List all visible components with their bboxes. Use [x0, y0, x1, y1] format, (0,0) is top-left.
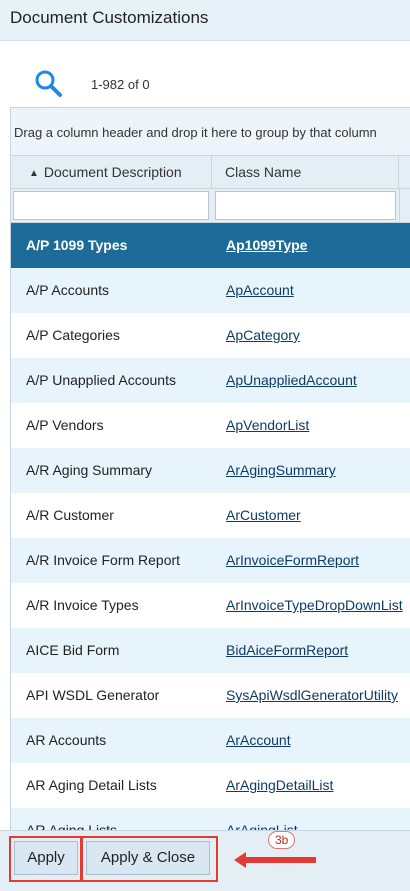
column-header-label: Class Name [225, 164, 302, 180]
class-name-link[interactable]: ArAgingDetailList [226, 763, 333, 808]
class-name-link[interactable]: ArAgingList [226, 808, 298, 830]
table-row[interactable]: AR Aging Detail Lists ArAgingDetailList [11, 763, 410, 808]
table-row[interactable]: AR Accounts ArAccount [11, 718, 410, 763]
class-name-link[interactable]: ApVendorList [226, 403, 309, 448]
group-panel-hint: Drag a column header and drop it here to… [14, 125, 377, 140]
class-name-link[interactable]: ArInvoiceTypeDropDownList [226, 583, 403, 628]
table-row[interactable]: AICE Bid Form BidAiceFormReport [11, 628, 410, 673]
table-row[interactable]: A/R Invoice Form Report ArInvoiceFormRep… [11, 538, 410, 583]
document-grid: Drag a column header and drop it here to… [10, 107, 410, 830]
class-name-link[interactable]: ArCustomer [226, 493, 301, 538]
document-description-cell: A/R Aging Summary [26, 462, 153, 478]
search-icon [35, 70, 62, 97]
filter-row [11, 189, 410, 223]
document-description-cell: A/P Unapplied Accounts [26, 372, 176, 388]
table-row[interactable]: API WSDL Generator SysApiWsdlGeneratorUt… [11, 673, 410, 718]
document-description-cell: A/R Invoice Types [26, 597, 139, 613]
document-description-cell: A/P Vendors [26, 417, 104, 433]
grid-rows: A/P 1099 Types Ap1099Type A/P Accounts A… [11, 223, 410, 830]
class-name-link[interactable]: ArInvoiceFormReport [226, 538, 359, 583]
column-header-class-name[interactable]: Class Name [212, 156, 399, 189]
class-name-filter-input[interactable] [215, 191, 396, 220]
column-header-label: Document Description [43, 164, 182, 180]
document-description-filter-input[interactable] [13, 191, 209, 220]
document-description-cell: A/R Customer [26, 507, 114, 523]
table-row[interactable]: A/P 1099 Types Ap1099Type [11, 223, 410, 268]
column-header-extra [399, 156, 410, 189]
grid-header-row: ▲ Document Description Class Name [11, 156, 410, 189]
class-name-link[interactable]: ApCategory [226, 313, 300, 358]
table-row[interactable]: A/R Customer ArCustomer [11, 493, 410, 538]
table-row[interactable]: A/P Categories ApCategory [11, 313, 410, 358]
table-row[interactable]: A/R Invoice Types ArInvoiceTypeDropDownL… [11, 583, 410, 628]
class-name-link[interactable]: ArAccount [226, 718, 291, 763]
apply-and-close-button[interactable]: Apply & Close [86, 841, 210, 875]
document-description-cell: AR Aging Lists [26, 822, 118, 830]
document-description-cell: A/P Categories [26, 327, 120, 343]
class-name-link[interactable]: ApUnappliedAccount [226, 358, 357, 403]
class-name-link[interactable]: ArAgingSummary [226, 448, 336, 493]
document-description-cell: AR Aging Detail Lists [26, 777, 157, 793]
filter-separator [399, 189, 410, 223]
class-name-link[interactable]: SysApiWsdlGeneratorUtility [226, 673, 398, 718]
class-name-link[interactable]: ApAccount [226, 268, 294, 313]
table-row[interactable]: A/R Aging Summary ArAgingSummary [11, 448, 410, 493]
document-description-cell: AR Accounts [26, 732, 107, 748]
column-header-document-description[interactable]: ▲ Document Description [11, 156, 212, 189]
sort-ascending-icon: ▲ [29, 168, 39, 179]
window-title: Document Customizations [10, 8, 209, 27]
title-bar: Document Customizations [0, 0, 410, 41]
group-panel[interactable]: Drag a column header and drop it here to… [11, 108, 410, 156]
footer-bar: Apply Apply & Close 3b [0, 830, 410, 891]
search-button[interactable] [33, 68, 65, 100]
document-description-cell: A/R Invoice Form Report [26, 552, 181, 568]
table-row[interactable]: A/P Accounts ApAccount [11, 268, 410, 313]
document-description-cell: A/P Accounts [26, 282, 110, 298]
table-row[interactable]: A/P Unapplied Accounts ApUnappliedAccoun… [11, 358, 410, 403]
pager-info: 1-982 of 0 [91, 77, 150, 92]
step-annotation-label: 3b [268, 831, 296, 849]
table-row[interactable]: AR Aging Lists ArAgingList [11, 808, 410, 830]
document-description-cell: API WSDL Generator [26, 687, 160, 703]
class-name-link[interactable]: Ap1099Type [226, 223, 307, 268]
toolbar: 1-982 of 0 [0, 41, 410, 107]
document-description-cell: A/P 1099 Types [26, 237, 128, 253]
document-description-cell: AICE Bid Form [26, 642, 120, 658]
table-row[interactable]: A/P Vendors ApVendorList [11, 403, 410, 448]
apply-button[interactable]: Apply [14, 841, 78, 875]
class-name-link[interactable]: BidAiceFormReport [226, 628, 348, 673]
